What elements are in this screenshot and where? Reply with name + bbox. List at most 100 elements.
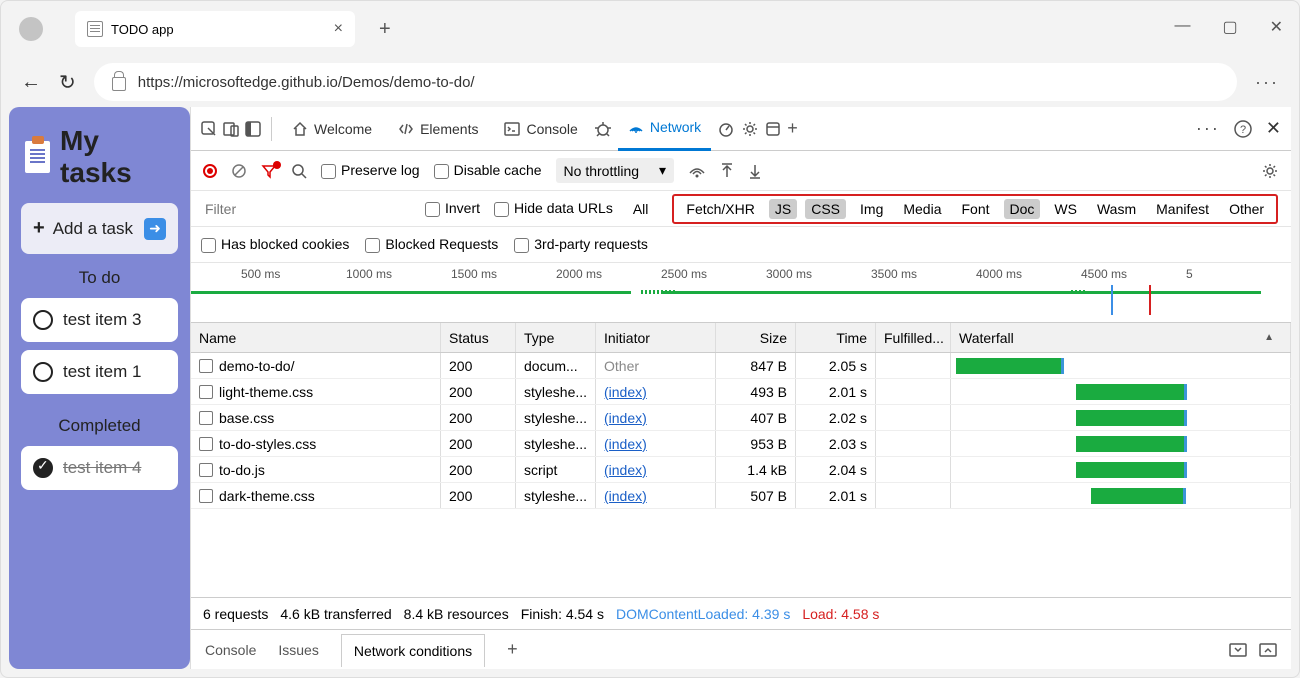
filter-input[interactable] (201, 197, 411, 221)
type-filter-fetch-xhr[interactable]: Fetch/XHR (680, 199, 760, 219)
bug-icon[interactable] (594, 120, 612, 138)
close-devtools-icon[interactable]: ✕ (1266, 118, 1281, 139)
minimize-icon[interactable]: — (1174, 17, 1190, 37)
blocked-cookies-checkbox[interactable]: Has blocked cookies (201, 236, 349, 253)
more-tabs-button[interactable]: + (787, 118, 798, 139)
gear-icon[interactable] (741, 120, 759, 138)
col-initiator[interactable]: Initiator (596, 323, 716, 352)
drawer-issues[interactable]: Issues (278, 642, 318, 658)
upload-icon[interactable] (720, 163, 734, 179)
checkbox-checked-icon[interactable] (33, 458, 53, 478)
col-name[interactable]: Name (191, 323, 441, 352)
task-item[interactable]: test item 3 (21, 298, 178, 342)
timeline-overview[interactable]: 500 ms1000 ms1500 ms2000 ms2500 ms3000 m… (191, 263, 1291, 323)
hide-data-urls-checkbox[interactable]: Hide data URLs (494, 200, 613, 217)
request-size: 847 B (716, 353, 796, 378)
lock-icon (112, 77, 126, 91)
browser-menu-icon[interactable]: ··· (1255, 72, 1279, 93)
initiator-link[interactable]: (index) (604, 436, 647, 452)
maximize-icon[interactable]: ▢ (1222, 17, 1237, 37)
type-filter-other[interactable]: Other (1223, 199, 1270, 219)
devtools-menu-icon[interactable]: ··· (1196, 118, 1220, 139)
filter-icon[interactable] (261, 163, 277, 179)
app-icon[interactable] (765, 121, 781, 137)
checkbox-icon[interactable] (33, 310, 53, 330)
table-row[interactable]: to-do.js 200 script (index) 1.4 kB 2.04 … (191, 457, 1291, 483)
table-row[interactable]: demo-to-do/ 200 docum... Other 847 B 2.0… (191, 353, 1291, 379)
type-filter-wasm[interactable]: Wasm (1091, 199, 1142, 219)
type-filter-css[interactable]: CSS (805, 199, 846, 219)
add-drawer-tab-button[interactable]: + (507, 639, 518, 660)
drawer-network-conditions[interactable]: Network conditions (341, 634, 485, 667)
table-row[interactable]: light-theme.css 200 styleshe... (index) … (191, 379, 1291, 405)
col-time[interactable]: Time (796, 323, 876, 352)
request-type: script (516, 457, 596, 482)
tab-elements[interactable]: Elements (388, 107, 488, 151)
request-status: 200 (441, 483, 516, 508)
requests-table: Name Status Type Initiator Size Time Ful… (191, 323, 1291, 597)
col-waterfall[interactable]: Waterfall▲ (951, 323, 1291, 352)
preserve-log-checkbox[interactable]: Preserve log (321, 162, 420, 179)
invert-checkbox[interactable]: Invert (425, 200, 480, 217)
close-window-icon[interactable]: ✕ (1270, 17, 1283, 37)
type-filter-all[interactable]: All (627, 199, 655, 219)
add-task-input[interactable]: + Add a task ➜ (21, 203, 178, 254)
table-row[interactable]: to-do-styles.css 200 styleshe... (index)… (191, 431, 1291, 457)
browser-tab[interactable]: TODO app × (75, 11, 355, 47)
col-type[interactable]: Type (516, 323, 596, 352)
device-icon[interactable] (223, 121, 239, 137)
third-party-checkbox[interactable]: 3rd-party requests (514, 236, 648, 253)
drawer-icon[interactable] (1229, 643, 1247, 657)
type-filter-js[interactable]: JS (769, 199, 797, 219)
request-type: styleshe... (516, 431, 596, 456)
initiator-link[interactable]: (index) (604, 384, 647, 400)
col-status[interactable]: Status (441, 323, 516, 352)
settings-gear-icon[interactable] (1261, 162, 1279, 180)
page-icon (87, 21, 103, 37)
inspect-icon[interactable] (201, 121, 217, 137)
table-row[interactable]: dark-theme.css 200 styleshe... (index) 5… (191, 483, 1291, 509)
svg-text:?: ? (1240, 124, 1246, 136)
code-icon (398, 121, 414, 137)
submit-task-button[interactable]: ➜ (144, 218, 166, 240)
type-filter-manifest[interactable]: Manifest (1150, 199, 1215, 219)
wifi-icon[interactable] (688, 163, 706, 179)
profile-avatar[interactable] (19, 17, 43, 41)
initiator-link[interactable]: (index) (604, 488, 647, 504)
disable-cache-checkbox[interactable]: Disable cache (434, 162, 542, 179)
download-icon[interactable] (748, 163, 762, 179)
type-filter-font[interactable]: Font (956, 199, 996, 219)
back-button[interactable]: ← (21, 71, 41, 94)
record-button[interactable] (203, 164, 217, 178)
task-item[interactable]: test item 4 (21, 446, 178, 490)
initiator-link[interactable]: (index) (604, 410, 647, 426)
address-bar[interactable]: https://microsoftedge.github.io/Demos/de… (94, 63, 1237, 101)
type-filter-doc[interactable]: Doc (1004, 199, 1041, 219)
type-filter-media[interactable]: Media (897, 199, 947, 219)
dock-icon[interactable] (245, 121, 261, 137)
checkbox-icon[interactable] (33, 362, 53, 382)
col-fulfilled[interactable]: Fulfilled... (876, 323, 951, 352)
col-size[interactable]: Size (716, 323, 796, 352)
network-toolbar: Preserve log Disable cache No throttling… (191, 151, 1291, 191)
initiator-link[interactable]: (index) (604, 462, 647, 478)
tab-network[interactable]: Network (618, 107, 711, 151)
table-row[interactable]: base.css 200 styleshe... (index) 407 B 2… (191, 405, 1291, 431)
tab-console[interactable]: Console (494, 107, 587, 151)
expand-drawer-icon[interactable] (1259, 643, 1277, 657)
drawer-console[interactable]: Console (205, 642, 256, 658)
clear-icon[interactable] (231, 163, 247, 179)
help-icon[interactable]: ? (1234, 120, 1252, 138)
blocked-requests-checkbox[interactable]: Blocked Requests (365, 236, 498, 253)
refresh-button[interactable]: ↻ (59, 70, 76, 95)
performance-icon[interactable] (717, 120, 735, 138)
throttling-select[interactable]: No throttling▾ (556, 158, 675, 183)
type-filter-ws[interactable]: WS (1048, 199, 1083, 219)
close-tab-icon[interactable]: × (334, 20, 343, 38)
timeline-tick: 4500 ms (1081, 267, 1186, 281)
tab-welcome[interactable]: Welcome (282, 107, 382, 151)
type-filter-img[interactable]: Img (854, 199, 889, 219)
task-item[interactable]: test item 1 (21, 350, 178, 394)
new-tab-button[interactable]: + (379, 18, 391, 41)
search-icon[interactable] (291, 163, 307, 179)
